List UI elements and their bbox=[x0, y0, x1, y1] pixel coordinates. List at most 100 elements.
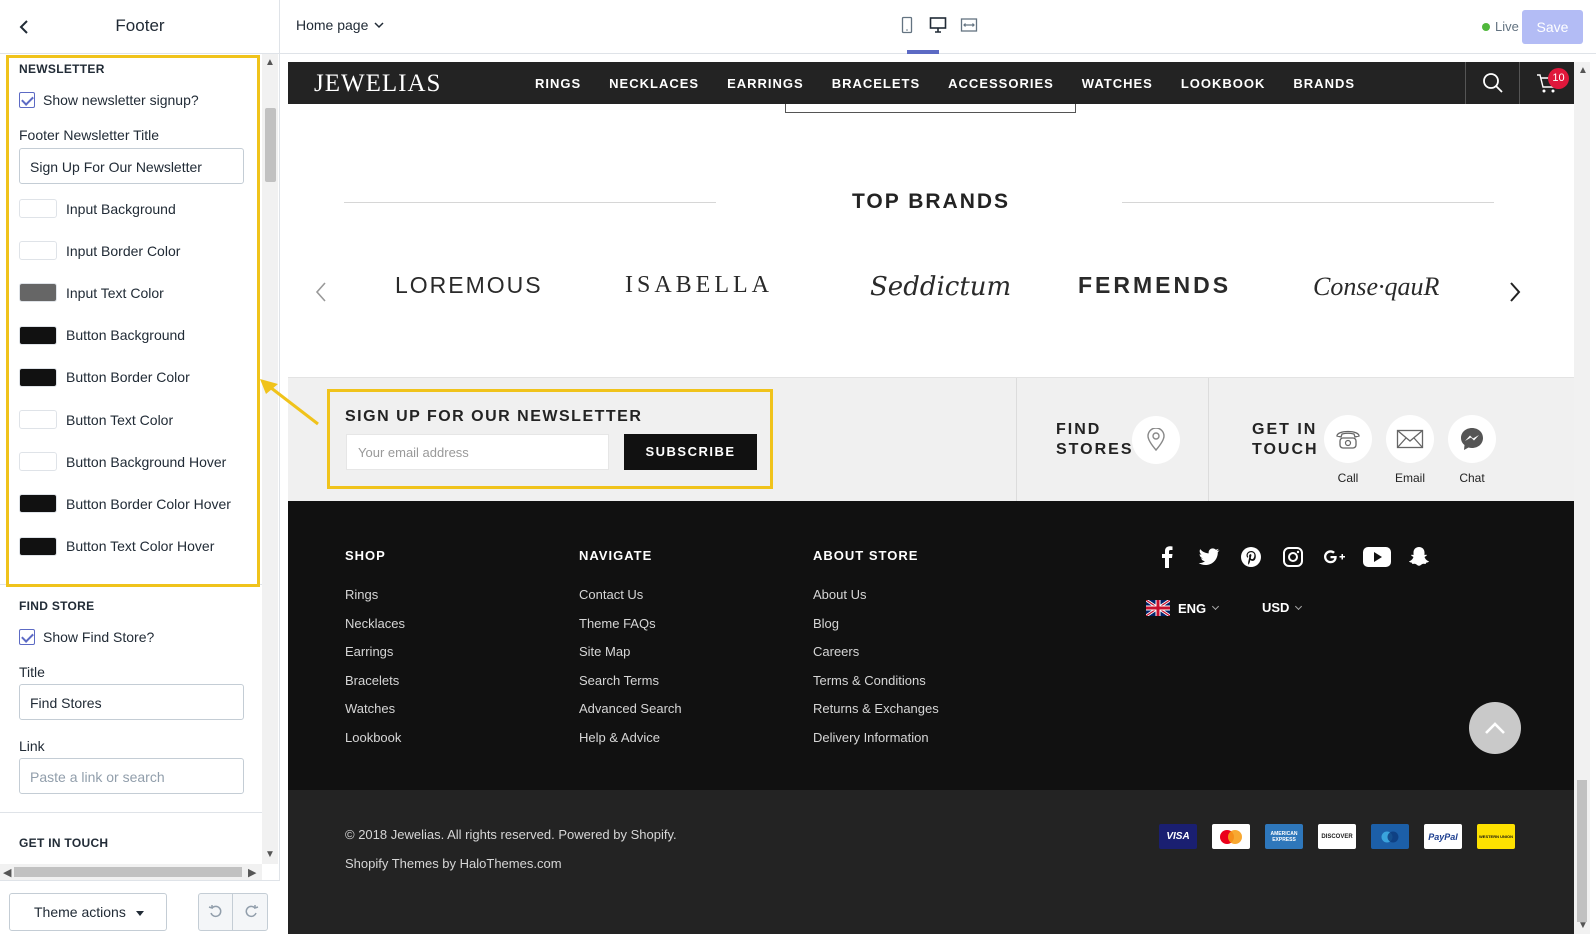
callout-arrow-icon bbox=[260, 379, 319, 426]
live-dot-icon bbox=[1482, 22, 1490, 31]
paypal-card-icon: PayPal bbox=[1424, 824, 1462, 849]
google-plus-icon[interactable] bbox=[1314, 543, 1356, 571]
scrollbar-thumb[interactable] bbox=[1577, 780, 1587, 922]
get-in-touch-section-title: GET IN TOUCH bbox=[19, 836, 109, 850]
carousel-prev-icon[interactable] bbox=[310, 280, 334, 304]
youtube-icon[interactable] bbox=[1356, 543, 1398, 571]
footer-link[interactable]: Careers bbox=[813, 644, 859, 659]
brand-logo[interactable]: ISABELLA bbox=[625, 272, 773, 299]
brand-logo[interactable]: Seddictum bbox=[870, 272, 1011, 302]
footer-link[interactable]: Advanced Search bbox=[579, 701, 682, 716]
undo-button[interactable] bbox=[199, 894, 233, 930]
footer-link[interactable]: Search Terms bbox=[579, 673, 659, 688]
brand-logo[interactable]: LOREMOUS bbox=[395, 272, 543, 299]
twitter-icon[interactable] bbox=[1188, 543, 1230, 571]
footer-link[interactable]: Earrings bbox=[345, 644, 393, 659]
sidebar-horizontal-scrollbar[interactable]: ◀ ▶ bbox=[0, 864, 262, 880]
fullwidth-view-icon[interactable] bbox=[953, 16, 984, 38]
scroll-down-icon[interactable]: ▼ bbox=[265, 850, 275, 860]
scroll-right-icon[interactable]: ▶ bbox=[248, 866, 256, 879]
payment-icons: VISA AMERICAN EXPRESS DISCOVER PayPal WE… bbox=[1159, 824, 1530, 849]
page-selector[interactable]: Home page bbox=[296, 17, 384, 33]
footer-link[interactable]: Returns & Exchanges bbox=[813, 701, 939, 716]
chevron-down-icon bbox=[1295, 602, 1303, 610]
preview-scrollbar[interactable]: ▲ ▼ bbox=[1574, 62, 1590, 934]
contact-label[interactable]: Email bbox=[1380, 471, 1440, 485]
settings-sidebar: Footer NEWSLETTER Show newsletter signup… bbox=[0, 0, 280, 934]
carousel-next-icon[interactable] bbox=[1502, 280, 1526, 304]
theme-actions-button[interactable]: Theme actions bbox=[9, 893, 167, 931]
footer-link[interactable]: Necklaces bbox=[345, 616, 405, 631]
footer-link[interactable]: Delivery Information bbox=[813, 730, 929, 745]
footer-link[interactable]: Bracelets bbox=[345, 673, 399, 688]
footer-link[interactable]: Theme FAQs bbox=[579, 616, 656, 631]
redo-button[interactable] bbox=[234, 894, 268, 930]
mobile-view-icon[interactable] bbox=[891, 16, 922, 38]
scroll-left-icon[interactable]: ◀ bbox=[3, 866, 11, 879]
find-store-title-input[interactable]: Find Stores bbox=[19, 684, 244, 720]
chevron-down-icon bbox=[374, 22, 384, 29]
find-store-link-input[interactable]: Paste a link or search bbox=[19, 758, 244, 794]
cart-count-badge: 10 bbox=[1548, 68, 1569, 89]
currency-selector[interactable]: USD bbox=[1262, 600, 1303, 615]
sidebar-footer: Theme actions bbox=[0, 880, 280, 934]
scroll-up-icon[interactable]: ▲ bbox=[265, 58, 275, 68]
footer-link[interactable]: Rings bbox=[345, 587, 378, 602]
theme-credit-link[interactable]: Shopify Themes by HaloThemes.com bbox=[345, 856, 562, 871]
undo-icon bbox=[208, 905, 221, 918]
contact-label[interactable]: Call bbox=[1318, 471, 1378, 485]
cart-icon[interactable]: 10 bbox=[1519, 62, 1574, 104]
main-menu: RINGS NECKLACES EARRINGS BRACELETS ACCESSORI… bbox=[535, 76, 1383, 91]
back-to-top-icon[interactable] bbox=[1469, 702, 1521, 754]
menu-item-watches[interactable]: WATCHES bbox=[1082, 76, 1153, 91]
checkbox-checked-icon[interactable] bbox=[19, 629, 35, 645]
menu-item-lookbook[interactable]: LOOKBOOK bbox=[1181, 76, 1266, 91]
footer-link[interactable]: Site Map bbox=[579, 644, 630, 659]
scrollbar-thumb[interactable] bbox=[265, 108, 276, 182]
sidebar-title: Footer bbox=[115, 16, 165, 35]
active-view-indicator bbox=[907, 50, 939, 54]
show-find-store-checkbox[interactable]: Show Find Store? bbox=[19, 629, 154, 645]
undo-redo-group bbox=[198, 893, 268, 931]
newsletter-strip: SIGN UP FOR OUR NEWSLETTER Your email ad… bbox=[288, 377, 1574, 502]
brand-logo[interactable]: Conse·qauR bbox=[1313, 272, 1439, 302]
footer-link[interactable]: Contact Us bbox=[579, 587, 643, 602]
footer-link[interactable]: Watches bbox=[345, 701, 395, 716]
back-arrow-icon[interactable] bbox=[12, 15, 36, 39]
sidebar-vertical-scrollbar[interactable]: ▲ ▼ bbox=[262, 54, 278, 864]
contact-label[interactable]: Chat bbox=[1442, 471, 1502, 485]
brand-logo[interactable]: FERMENDS bbox=[1078, 272, 1231, 299]
footer-link[interactable]: Lookbook bbox=[345, 730, 401, 745]
menu-item-bracelets[interactable]: BRACELETS bbox=[832, 76, 920, 91]
email-icon[interactable] bbox=[1386, 415, 1434, 463]
menu-item-earrings[interactable]: EARRINGS bbox=[727, 76, 804, 91]
footer-link[interactable]: About Us bbox=[813, 587, 866, 602]
footer-link[interactable]: Help & Advice bbox=[579, 730, 660, 745]
snapchat-icon[interactable] bbox=[1398, 543, 1440, 571]
save-button[interactable]: Save bbox=[1522, 10, 1583, 44]
menu-item-rings[interactable]: RINGS bbox=[535, 76, 581, 91]
visa-card-icon: VISA bbox=[1159, 824, 1197, 849]
menu-item-brands[interactable]: BRANDS bbox=[1293, 76, 1355, 91]
instagram-icon[interactable] bbox=[1272, 543, 1314, 571]
search-icon[interactable] bbox=[1465, 62, 1519, 104]
scroll-up-icon[interactable]: ▲ bbox=[1578, 65, 1588, 76]
store-logo[interactable]: JEWELIAS bbox=[314, 70, 441, 98]
chat-icon[interactable] bbox=[1448, 415, 1496, 463]
strip-divider bbox=[1016, 378, 1017, 502]
menu-item-necklaces[interactable]: NECKLACES bbox=[609, 76, 699, 91]
page-selector-label: Home page bbox=[296, 17, 369, 33]
language-selector[interactable]: ENG bbox=[1146, 600, 1220, 616]
facebook-icon[interactable] bbox=[1146, 543, 1188, 571]
scroll-down-icon[interactable]: ▼ bbox=[1578, 920, 1588, 931]
scrollbar-thumb[interactable] bbox=[14, 867, 242, 877]
subscribe-button[interactable]: SUBSCRIBE bbox=[624, 434, 757, 470]
desktop-view-icon[interactable] bbox=[922, 16, 953, 38]
map-pin-icon[interactable] bbox=[1132, 416, 1180, 464]
newsletter-email-input[interactable]: Your email address bbox=[346, 434, 609, 470]
footer-link[interactable]: Blog bbox=[813, 616, 839, 631]
phone-icon[interactable] bbox=[1324, 415, 1372, 463]
footer-link[interactable]: Terms & Conditions bbox=[813, 673, 926, 688]
pinterest-icon[interactable] bbox=[1230, 543, 1272, 571]
menu-item-accessories[interactable]: ACCESSORIES bbox=[948, 76, 1054, 91]
